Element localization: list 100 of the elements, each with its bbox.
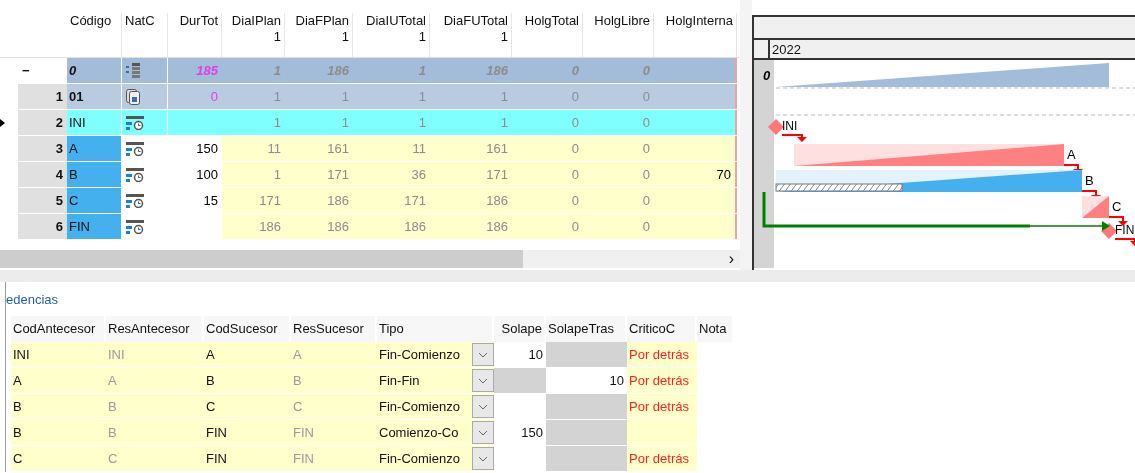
row-header[interactable]: 5 (18, 188, 67, 213)
table-cell: 186 (285, 58, 353, 83)
column-header[interactable]: NatC (122, 13, 168, 57)
table-cell: B (291, 368, 377, 393)
code-cell: A (67, 136, 122, 161)
table-cell: 186 (222, 214, 285, 239)
dropdown-button[interactable] (472, 447, 494, 470)
task-clock-icon (126, 219, 144, 234)
column-header[interactable]: CriticoC (627, 316, 697, 342)
table-cell: 161 (430, 136, 512, 161)
column-header[interactable]: CodSucesor (204, 316, 291, 342)
table-cell: B (106, 394, 204, 419)
table-cell: 0 (512, 214, 583, 239)
chevron-down-icon (478, 455, 488, 462)
dropdown-button[interactable] (472, 395, 494, 418)
table-cell: 1 (222, 84, 285, 109)
task-bar[interactable] (794, 144, 1064, 166)
bar-label: FIN (1115, 223, 1135, 237)
table-cell: 1 (285, 110, 353, 135)
table-cell: FIN (291, 420, 377, 445)
table-cell (627, 420, 697, 445)
column-header[interactable]: DurTot (168, 13, 222, 57)
table-cell: FIN (204, 420, 291, 445)
row-header[interactable]: 3 (18, 136, 67, 161)
table-cell: A (291, 342, 377, 367)
bar-label: A (1067, 147, 1076, 162)
row-header[interactable]: 2 (18, 110, 67, 135)
code-cell: 01 (67, 84, 122, 109)
task-bar[interactable] (1082, 196, 1109, 218)
table-cell: 171 (285, 162, 353, 187)
task-clock-icon (126, 167, 144, 182)
column-header[interactable]: Código (67, 13, 122, 57)
code-cell: INI (67, 110, 122, 135)
table-cell: FIN (291, 446, 377, 471)
table-cell: C (291, 394, 377, 419)
table-cell: 186 (285, 214, 353, 239)
table-cell: 0 (512, 110, 583, 135)
bar-label: INI (782, 119, 798, 133)
current-row-icon (0, 118, 5, 127)
table-cell: 0 (512, 188, 583, 213)
table-cell: 0 (512, 136, 583, 161)
dropdown-button[interactable] (472, 343, 494, 366)
column-header[interactable]: HolgTotal (512, 13, 583, 57)
column-header[interactable]: ResSucesor (291, 316, 377, 342)
timeline-year: 2022 (771, 41, 801, 58)
dropdown-button[interactable] (472, 369, 494, 392)
bar-label: 0 (763, 68, 771, 83)
column-header[interactable]: DiaFPlan 1 (285, 13, 353, 57)
column-header[interactable]: HolgInterna (654, 13, 737, 57)
column-header[interactable]: HolgLibre (583, 13, 654, 57)
row-header[interactable]: 6 (18, 214, 67, 239)
table-cell: 171 (353, 188, 430, 213)
link-arrow (781, 134, 807, 142)
milestone-diamond[interactable] (768, 119, 784, 135)
column-header[interactable]: DiaIUTotal 1 (353, 13, 430, 57)
panel-splitter[interactable] (0, 270, 1135, 282)
table-cell: B (204, 368, 291, 393)
table-cell: 11 (222, 136, 285, 161)
table-cell: 1 (353, 58, 430, 83)
table-cell: 186 (430, 58, 512, 83)
panel-title: edencias (6, 291, 59, 309)
table-cell: 1 (353, 84, 430, 109)
column-header[interactable]: Tipo (377, 316, 494, 342)
link-arrow (1108, 216, 1128, 226)
table-cell: B (106, 420, 204, 445)
row-header[interactable]: 1 (18, 84, 67, 109)
code-cell: B (67, 162, 122, 187)
task-clock-icon (126, 115, 144, 130)
table-cell: FIN (204, 446, 291, 471)
table-cell: Por detrás (627, 342, 697, 367)
row-header[interactable]: 4 (18, 162, 67, 187)
chevron-down-icon (478, 429, 488, 436)
column-header[interactable]: SolapeTras (546, 316, 627, 342)
table-cell: 36 (353, 162, 430, 187)
code-cell: 0 (67, 58, 122, 83)
scrollbar-thumb[interactable] (0, 250, 523, 268)
scroll-right-arrow[interactable]: › (728, 251, 740, 267)
chevron-down-icon (478, 377, 488, 384)
table-cell: INI (106, 342, 204, 367)
table-cell: 0 (512, 58, 583, 83)
table-cell: 1 (222, 162, 285, 187)
task-clock-icon (126, 141, 144, 156)
table-cell: 1 (430, 110, 512, 135)
column-header[interactable]: DiaIPlan 1 (222, 13, 285, 57)
table-cell: INI (11, 342, 106, 367)
table-cell: A (106, 368, 204, 393)
chevron-down-icon (478, 403, 488, 410)
chevron-down-icon (478, 351, 488, 358)
table-cell: 11 (353, 136, 430, 161)
column-header[interactable]: Nota (697, 316, 734, 342)
column-header[interactable]: DiaFUTotal 1 (430, 13, 512, 57)
table-cell: 186 (353, 214, 430, 239)
column-header[interactable]: ResAntecesor (106, 316, 204, 342)
column-header[interactable]: CodAntecesor (11, 316, 106, 342)
table-cell: 1 (430, 84, 512, 109)
dropdown-button[interactable] (472, 421, 494, 444)
splitter[interactable] (740, 0, 752, 270)
table-cell: 0 (583, 136, 654, 161)
horizontal-scrollbar[interactable]: › (0, 250, 740, 268)
column-header[interactable]: Solape (494, 316, 546, 342)
